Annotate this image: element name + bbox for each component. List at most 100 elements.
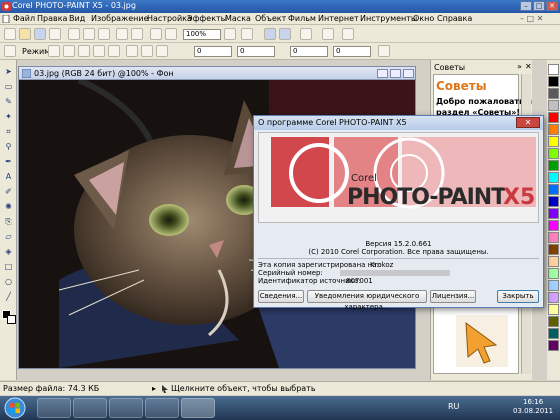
- palette-swatch[interactable]: [548, 136, 559, 147]
- zoom-tool-icon[interactable]: ⚲: [3, 141, 14, 152]
- doc-minimize-button[interactable]: [377, 69, 388, 78]
- palette-swatch[interactable]: [548, 268, 559, 279]
- zoom-level-field[interactable]: 100%: [183, 29, 221, 40]
- position-icon[interactable]: [126, 45, 138, 57]
- palette-swatch[interactable]: [548, 304, 559, 315]
- open-folder-icon[interactable]: [19, 28, 31, 40]
- zoom-in-icon[interactable]: [224, 28, 236, 40]
- legal-notices-button[interactable]: Уведомления юридического характера...: [307, 290, 427, 311]
- cut-icon[interactable]: [68, 28, 80, 40]
- distort-icon[interactable]: [108, 45, 120, 57]
- dock-icon[interactable]: [322, 28, 334, 40]
- pick-tool-icon[interactable]: ➤: [3, 66, 14, 77]
- rectangle-tool-icon[interactable]: □: [3, 261, 14, 272]
- x-position-field[interactable]: 0: [194, 46, 232, 57]
- palette-swatch[interactable]: [548, 184, 559, 195]
- grid-icon[interactable]: [300, 28, 312, 40]
- close-button[interactable]: ✕: [546, 1, 558, 11]
- text-tool-icon[interactable]: A: [3, 171, 14, 182]
- save-icon[interactable]: [34, 28, 46, 40]
- doc-close-button[interactable]: [403, 69, 414, 78]
- y-position-field[interactable]: 0: [237, 46, 275, 57]
- menu-object[interactable]: Объект: [255, 14, 286, 23]
- doc-maximize-button[interactable]: [390, 69, 401, 78]
- palette-swatch[interactable]: [548, 88, 559, 99]
- redo-icon[interactable]: [131, 28, 143, 40]
- maximize-button[interactable]: □: [533, 1, 545, 11]
- dialog-close-button[interactable]: ✕: [516, 117, 540, 128]
- license-button[interactable]: Лицензия...: [430, 290, 476, 303]
- height-field[interactable]: 0: [333, 46, 371, 57]
- palette-swatch[interactable]: [548, 220, 559, 231]
- eyedropper-icon[interactable]: ✒: [3, 156, 14, 167]
- width-field[interactable]: 0: [290, 46, 328, 57]
- menu-file[interactable]: Файл: [13, 14, 35, 23]
- palette-swatch[interactable]: [548, 340, 559, 351]
- clone-tool-icon[interactable]: ⎘: [3, 216, 14, 227]
- palette-swatch[interactable]: [548, 124, 559, 135]
- taskbar-media-icon[interactable]: [145, 398, 179, 418]
- palette-swatch[interactable]: [548, 148, 559, 159]
- fit-icon[interactable]: [241, 28, 253, 40]
- taskbar-app-icon[interactable]: [109, 398, 143, 418]
- paint-tool-icon[interactable]: ✐: [3, 186, 14, 197]
- palette-swatch[interactable]: [548, 328, 559, 339]
- menu-image[interactable]: Изображение: [91, 14, 149, 23]
- skew-icon[interactable]: [78, 45, 90, 57]
- perspective-icon[interactable]: [93, 45, 105, 57]
- palette-swatch[interactable]: [548, 172, 559, 183]
- options-icon[interactable]: [342, 28, 354, 40]
- eraser-icon[interactable]: ▱: [3, 231, 14, 242]
- taskbar-ie-icon[interactable]: [37, 398, 71, 418]
- palette-swatch[interactable]: [548, 64, 559, 75]
- view-mode-icon[interactable]: [264, 28, 276, 40]
- split-view-icon[interactable]: [279, 28, 291, 40]
- import-icon[interactable]: [150, 28, 162, 40]
- new-file-icon[interactable]: [4, 28, 16, 40]
- palette-swatch[interactable]: [548, 244, 559, 255]
- details-button[interactable]: Сведения...: [258, 290, 304, 303]
- palette-swatch[interactable]: [548, 160, 559, 171]
- palette-swatch[interactable]: [548, 112, 559, 123]
- undo-icon[interactable]: [116, 28, 128, 40]
- docker-collapse-icon[interactable]: »: [517, 62, 522, 71]
- taskbar-photopaint-icon[interactable]: [181, 398, 215, 418]
- palette-swatch[interactable]: [548, 100, 559, 111]
- crop-icon[interactable]: ⌗: [3, 126, 14, 137]
- palette-swatch[interactable]: [548, 196, 559, 207]
- docker-close-icon[interactable]: ✕: [525, 62, 532, 71]
- background-color-swatch[interactable]: [7, 315, 16, 324]
- line-tool-icon[interactable]: ╱: [3, 291, 14, 302]
- fill-tool-icon[interactable]: ◈: [3, 246, 14, 257]
- menu-adjust[interactable]: Настройка: [147, 14, 192, 23]
- palette-swatch[interactable]: [548, 232, 559, 243]
- palette-swatch[interactable]: [548, 292, 559, 303]
- ellipse-tool-icon[interactable]: ○: [3, 276, 14, 287]
- palette-swatch[interactable]: [548, 256, 559, 267]
- close-dialog-button[interactable]: Закрыть: [497, 290, 539, 303]
- scale-icon[interactable]: [156, 45, 168, 57]
- magic-wand-icon[interactable]: ✦: [3, 111, 14, 122]
- menu-edit[interactable]: Правка: [37, 14, 67, 23]
- lock-ratio-icon[interactable]: [378, 45, 390, 57]
- mask-rectangle-icon[interactable]: ▭: [3, 81, 14, 92]
- mask-tool-icon[interactable]: [4, 45, 16, 57]
- freehand-mask-icon[interactable]: ✎: [3, 96, 14, 107]
- size-icon[interactable]: [141, 45, 153, 57]
- palette-swatch[interactable]: [548, 76, 559, 87]
- menu-effects[interactable]: Эффекты: [187, 14, 227, 23]
- menu-tools[interactable]: Инструменты: [360, 14, 417, 23]
- menu-movie[interactable]: Фильм: [288, 14, 316, 23]
- copy-icon[interactable]: [83, 28, 95, 40]
- palette-swatch[interactable]: [548, 316, 559, 327]
- print-icon[interactable]: [49, 28, 61, 40]
- status-arrow-icon[interactable]: ▸: [152, 384, 156, 393]
- menu-internet[interactable]: Интернет: [318, 14, 359, 23]
- menu-help[interactable]: Справка: [437, 14, 472, 23]
- palette-swatch[interactable]: [548, 208, 559, 219]
- menu-view[interactable]: Вид: [69, 14, 85, 23]
- menu-mask[interactable]: Маска: [225, 14, 251, 23]
- language-indicator[interactable]: RU: [448, 402, 459, 411]
- export-icon[interactable]: [165, 28, 177, 40]
- start-button-icon[interactable]: [4, 397, 26, 419]
